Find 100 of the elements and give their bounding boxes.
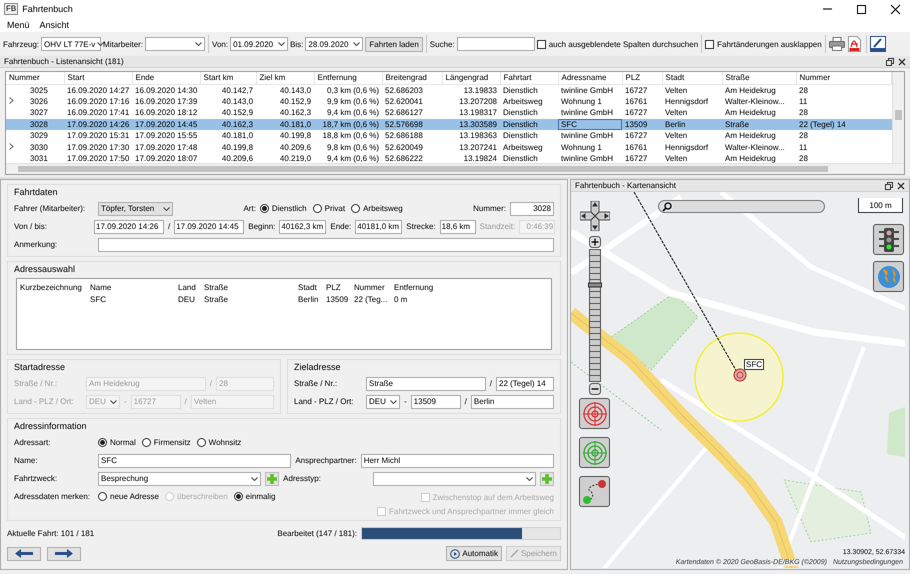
table-cell-text: 52.686127 <box>384 107 424 118</box>
field-label: Von: <box>212 40 228 48</box>
driver-dropdown[interactable]: Töpfer, Torsten <box>98 202 173 216</box>
column-header[interactable]: Start <box>64 72 132 84</box>
checkbox[interactable]: auch ausgeblendete Spalten durchsuchen <box>536 40 698 48</box>
table-cell: Straße <box>722 118 796 130</box>
field-label: Straße / Nr.: <box>14 379 58 388</box>
end-mileage-field[interactable]: 40181,0 km <box>355 220 402 234</box>
column-header[interactable]: Kurzbezeichnung <box>17 279 87 294</box>
street-field[interactable]: Straße <box>366 376 486 390</box>
column-header[interactable]: Stadt <box>662 72 722 84</box>
section-title: Startadresse <box>14 361 66 373</box>
table-cell: SFC <box>558 118 622 130</box>
column-header[interactable]: Land <box>175 279 201 294</box>
separator-text: - <box>124 397 127 406</box>
load-trips-button[interactable]: Fahrten laden <box>365 36 423 52</box>
start-mileage-field[interactable]: 40162,3 km <box>279 220 326 234</box>
column-header[interactable]: Straße <box>722 72 796 84</box>
table-cell: 0,3 km (0,6 %) <box>314 84 382 96</box>
field-label: Adresstyp: <box>283 474 321 483</box>
column-header[interactable]: Nummer <box>6 72 64 84</box>
table-cell-text: 40.209,6 <box>220 153 254 163</box>
radio-button[interactable]: Firmensitz <box>142 438 191 447</box>
column-header[interactable]: Nummer <box>351 279 391 294</box>
table-cell-text: 17.09.2020 17:48 <box>134 142 198 153</box>
table-cell-text: Velten <box>664 107 688 118</box>
distance-field[interactable]: 18,6 km <box>440 220 476 234</box>
radio-button[interactable]: Normal <box>98 438 136 447</box>
column-header[interactable]: PLZ <box>323 279 351 294</box>
name-field[interactable]: SFC <box>98 454 292 468</box>
column-header[interactable]: PLZ <box>622 72 662 84</box>
table-cell-text: Dienstlich <box>502 107 539 118</box>
column-header[interactable]: Ende <box>132 72 200 84</box>
number-field[interactable]: 3028 <box>510 202 554 216</box>
table-cell-text: 13.207208 <box>458 96 498 107</box>
table-cell-text: 28 <box>798 107 809 118</box>
table-cell: 52.576698 <box>382 118 442 130</box>
table-row[interactable]: 3031 17.09.2020 17:50 17.09.2020 18:07 40.209,6 40.219,0 9,4 km (0,6 %) 52.686222 13.19824 Dienstlich twinline GmbH 16727 Velten Am Heidekrug 28 <box>6 153 892 163</box>
column-header[interactable]: Entfernung <box>391 279 451 294</box>
panel-title: Fahrtenbuch - Kartenansicht <box>575 181 676 190</box>
vehicle-dropdown[interactable]: OHV LT 77E-v <box>41 37 102 51</box>
table-cell: Am Heidekrug <box>722 84 796 96</box>
country-dropdown[interactable]: DEU <box>366 394 400 408</box>
column-header[interactable]: Fahrtart <box>500 72 558 84</box>
end-time-field[interactable]: 17.09.2020 14:45 <box>174 220 244 234</box>
radio-button[interactable]: Wohnsitz <box>196 438 242 447</box>
city-field[interactable]: Berlin <box>470 394 554 408</box>
zip-field[interactable]: 13509 <box>410 394 461 408</box>
contact-field[interactable]: Herr Michl <box>360 454 554 468</box>
table-cell: 52.686203 <box>382 84 442 96</box>
table-cell-text: 16.09.2020 17:16 <box>66 96 130 107</box>
column-header[interactable]: Name <box>87 279 175 294</box>
table-cell: Am Heidekrug <box>722 130 796 142</box>
radio-button[interactable]: Privat <box>312 204 346 213</box>
column-header[interactable]: Nummer <box>796 72 892 84</box>
radio-button[interactable]: einmalig <box>234 492 276 501</box>
table-row[interactable]: 3027 16.09.2020 17:41 16.09.2020 18:12 40.152,9 40.162,3 9,4 km (0,6 %) 52.686127 13.198317 Dienstlich twinline GmbH 16727 Velten Am Heidekrug 28 <box>6 107 892 118</box>
table-cell-text: 13.198317 <box>458 107 498 118</box>
column-header[interactable]: Stadt <box>295 279 323 294</box>
table-row[interactable]: 3029 17.09.2020 15:31 17.09.2020 15:55 40.181,0 40.199,8 18,8 km (0,6 %) 52.686188 13.198363 Dienstlich twinline GmbH 16727 Velten Am Heidekrug 28 <box>6 130 892 142</box>
column-header[interactable]: Ziel km <box>256 72 314 84</box>
date-picker[interactable]: 28.09.2020 <box>305 37 364 51</box>
house-number-field[interactable]: 22 (Tegel) 14 <box>496 376 554 390</box>
section-title: Adressauswahl <box>14 263 76 275</box>
table-cell: 17.09.2020 15:31 <box>64 130 132 142</box>
column-header[interactable]: Adressname <box>558 72 622 84</box>
start-time-field[interactable]: 17.09.2020 14:26 <box>94 220 164 234</box>
table-row[interactable]: 3030 17.09.2020 17:30 17.09.2020 17:48 40.199,8 40.209,6 9,8 km (0,6 %) 52.620049 13.207241 Arbeitsweg Wohnung 1 16761 Hennigsdorf Walter-Kleinow... 11 <box>6 142 892 153</box>
table-row[interactable]: 3026 16.09.2020 17:16 16.09.2020 17:39 40.143,0 40.152,9 9,9 km (0,6 %) 52.620041 13.207208 Arbeitsweg Wohnung 1 16761 Hennigsdorf Walter-Kleinow... 11 <box>6 96 892 107</box>
column-header[interactable]: Entfernung <box>314 72 382 84</box>
automatic-button[interactable]: Automatik <box>446 546 502 561</box>
table-row[interactable]: 3028 17.09.2020 14:26 17.09.2020 14:45 40.162,3 40.181,0 18,7 km (0,6 %) 52.576698 13.303589 Dienstlich SFC 13509 Berlin Straße 22 (Tegel) 14 <box>6 118 892 130</box>
table-cell-text: Hennigsdorf <box>664 96 710 107</box>
table-cell-text: Arbeitsweg <box>502 142 544 153</box>
table-cell-text: Am Heidekrug <box>724 153 777 163</box>
date-picker[interactable]: 01.09.2020 <box>230 37 288 51</box>
table-row[interactable]: 3025 16.09.2020 14:27 16.09.2020 14:30 40.142,7 40.143,0 0,3 km (0,6 %) 52.686203 13.19833 Dienstlich twinline GmbH 16727 Velten Am Heidekrug 28 <box>6 84 892 96</box>
radio-button[interactable]: neue Adresse <box>98 492 159 501</box>
field-label: Ansprechpartner: <box>295 456 357 465</box>
table-cell: 18,8 km (0,6 %) <box>314 130 382 142</box>
table-cell-text: 13509 <box>325 294 350 305</box>
radio-button[interactable]: Arbeitsweg <box>351 204 403 213</box>
radio-button[interactable]: Dienstlich <box>260 204 307 213</box>
separator-text: / <box>184 397 187 406</box>
purpose-dropdown[interactable]: Besprechung <box>98 472 262 486</box>
checkbox[interactable]: Fahrtänderungen ausklappen <box>705 40 822 48</box>
column-header[interactable]: Breitengrad <box>382 72 442 84</box>
menu-item[interactable]: Ansicht <box>40 20 70 30</box>
column-header[interactable]: Start km <box>200 72 256 84</box>
column-header[interactable]: Straße <box>201 279 295 294</box>
table-cell: twinline GmbH <box>558 130 622 142</box>
table-cell: 3025 <box>16 84 64 96</box>
window-title: Fahrtenbuch <box>22 4 74 14</box>
table-cell-text: 16.09.2020 18:12 <box>134 107 198 118</box>
field-label: Land - PLZ / Ort: <box>14 397 75 406</box>
table-cell: 17.09.2020 14:45 <box>132 118 200 130</box>
menu-item[interactable]: Menü <box>7 20 30 30</box>
table-cell: 13.19833 <box>442 84 500 96</box>
table-cell-text: 52.620041 <box>384 96 424 107</box>
column-header[interactable]: Längengrad <box>442 72 500 84</box>
